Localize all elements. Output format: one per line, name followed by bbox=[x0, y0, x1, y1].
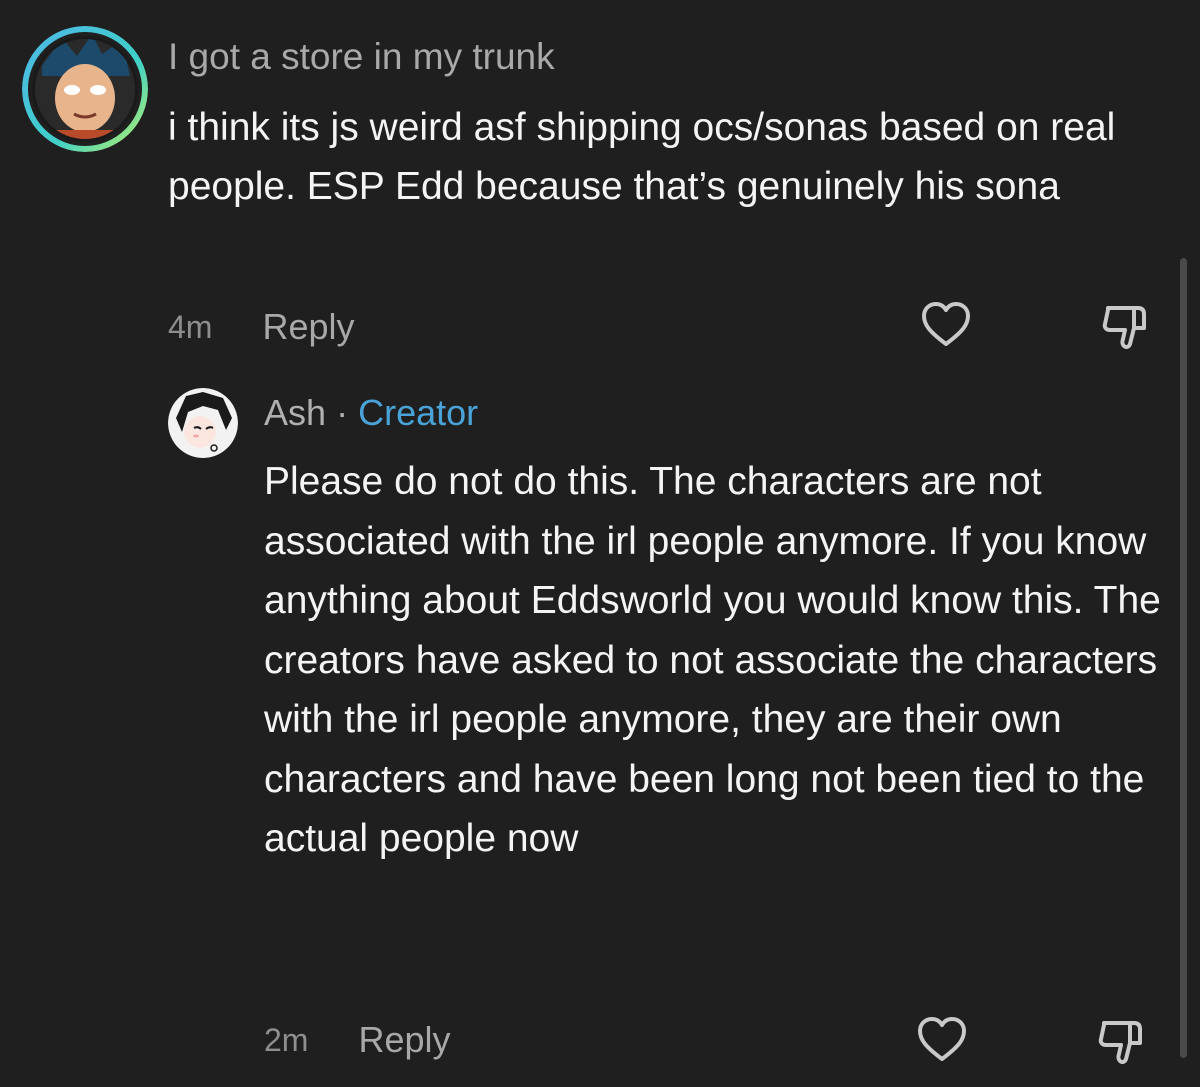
heart-icon[interactable] bbox=[914, 1013, 970, 1069]
creator-username[interactable]: Ash bbox=[264, 392, 326, 433]
thumbs-down-icon[interactable] bbox=[1098, 298, 1154, 354]
comment-reply-button[interactable]: Reply bbox=[262, 306, 354, 348]
heart-icon[interactable] bbox=[918, 298, 974, 354]
commenter-avatar[interactable] bbox=[22, 26, 148, 152]
reply-text: Please do not do this. The characters ar… bbox=[264, 460, 1161, 860]
creator-avatar[interactable] bbox=[168, 388, 238, 458]
thumbs-down-icon[interactable] bbox=[1094, 1013, 1150, 1069]
commenter-username[interactable]: I got a store in my trunk bbox=[168, 36, 555, 78]
reply-meta-row: 2m Reply bbox=[264, 1018, 451, 1062]
reply-reply-button[interactable]: Reply bbox=[358, 1019, 450, 1061]
reply-timestamp: 2m bbox=[264, 1021, 309, 1058]
reply-header: Ash · Creator bbox=[264, 392, 478, 434]
creator-badge: Creator bbox=[358, 392, 479, 433]
comment-timestamp: 4m bbox=[168, 308, 213, 345]
comment-text: i think its js weird asf shipping ocs/so… bbox=[168, 106, 1116, 208]
comments-view: I got a store in my trunk i think its js… bbox=[0, 0, 1200, 1087]
header-separator: · bbox=[336, 392, 349, 433]
scrollbar[interactable] bbox=[1180, 258, 1187, 1058]
comment-meta-row: 4m Reply bbox=[168, 305, 355, 349]
